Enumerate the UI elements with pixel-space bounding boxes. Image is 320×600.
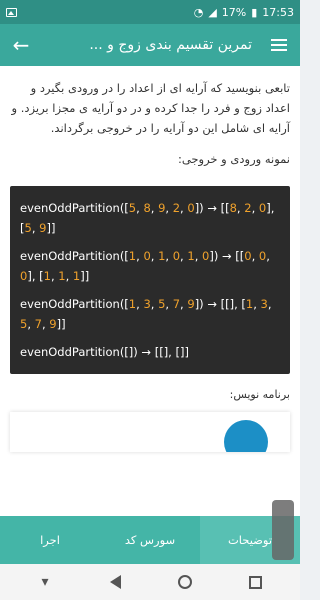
image-notification-icon [6,7,17,17]
status-bar: ◔ ◢ 17% ▮ 17:53 [0,0,300,24]
hamburger-menu-icon[interactable] [266,32,292,58]
system-nav-bar: ▾ [0,564,300,600]
code-example-line: evenOddPartition([5, 8, 9, 2, 0]) → [[8,… [20,201,275,235]
status-left [6,7,17,17]
app-bar: ← تمرین تقسیم بندی زوج و ... [0,24,300,66]
recents-square-icon[interactable] [243,570,267,594]
tab-run[interactable]: اجرا [0,516,100,564]
signal-icon: ◢ [208,5,217,19]
code-example-line: evenOddPartition([1, 0, 1, 0, 1, 0]) → [… [20,249,270,283]
arrow-left-icon[interactable]: ← [8,32,34,58]
scroll-handle[interactable] [272,500,294,560]
battery-icon: ▮ [251,5,258,19]
code-example-line: evenOddPartition([1, 3, 5, 7, 9]) → [[],… [20,297,272,331]
writer-card[interactable] [10,412,290,452]
avatar [224,420,268,452]
io-sample-title: نمونه ورودی و خروجی: [177,152,290,166]
code-example-line: evenOddPartition([]) → [[], []] [20,345,189,359]
page-title: تمرین تقسیم بندی زوج و ... [89,37,252,53]
tab-source-code[interactable]: سورس کد [100,516,200,564]
code-example-box: evenOddPartition([5, 8, 9, 2, 0]) → [[8,… [10,186,290,374]
writer-label: برنامه نویس: [229,388,290,401]
clock: 17:53 [262,5,294,19]
status-right: ◔ ◢ 17% ▮ 17:53 [194,6,294,19]
bottom-tabs: توضیحات سورس کد اجرا [0,516,300,564]
code-number: 5 [128,201,137,215]
battery-percent: 17% [221,5,247,19]
wifi-icon: ◔ [193,5,204,19]
home-circle-icon[interactable] [173,570,197,594]
exercise-description: تابعی بنویسید که آرایه ای از اعداد را در… [11,81,290,135]
back-triangle-icon[interactable] [103,570,127,594]
nav-down-icon[interactable]: ▾ [33,570,57,594]
